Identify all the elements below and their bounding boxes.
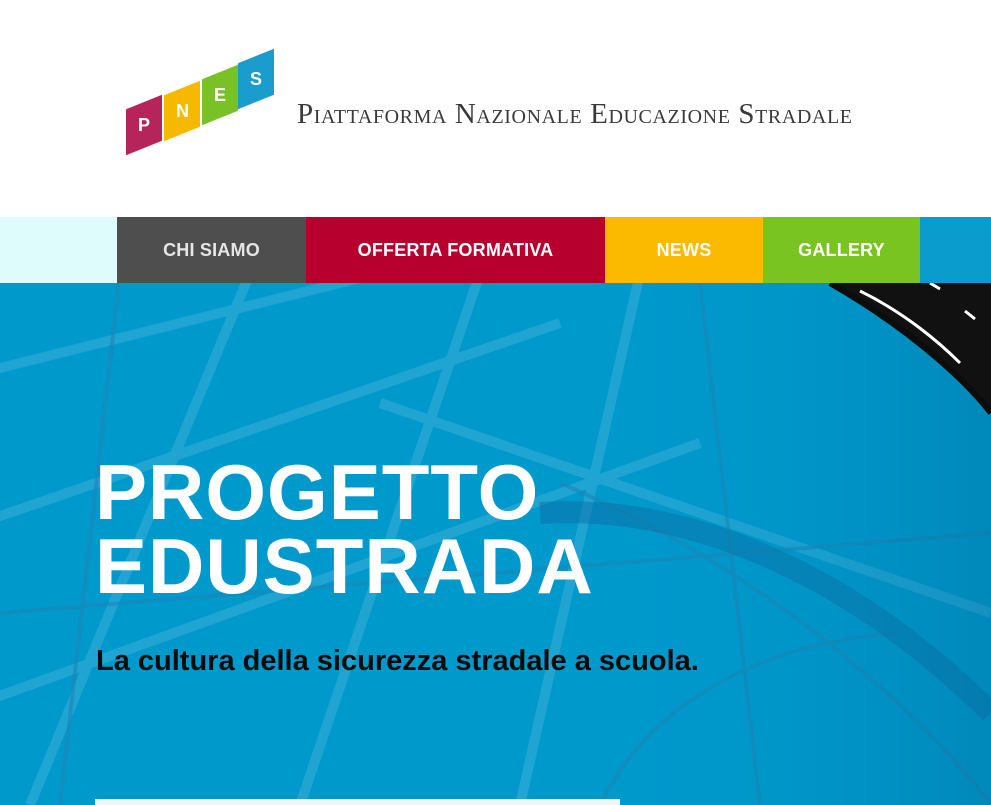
hero-banner: PROGETTO EDUSTRADA La cultura della sicu… (0, 283, 991, 805)
logo-tile-e: E (202, 64, 238, 126)
pnes-logo[interactable]: P N E S (118, 40, 278, 165)
logo-tile-p: P (126, 94, 162, 156)
logo-tile-s: S (238, 48, 274, 110)
nav-item-news[interactable]: NEWS (605, 217, 763, 283)
hero-title: PROGETTO EDUSTRADA (95, 448, 594, 610)
site-title[interactable]: Piattaforma Nazionale Educazione Stradal… (297, 98, 853, 131)
hero-subtitle: La cultura della sicurezza stradale a sc… (96, 645, 699, 677)
logo-tile-n: N (164, 80, 200, 142)
nav-left-spacer (0, 217, 117, 283)
main-nav: CHI SIAMO OFFERTA FORMATIVA NEWS GALLERY (0, 217, 991, 283)
nav-item-offerta-formativa[interactable]: OFFERTA FORMATIVA (306, 217, 605, 283)
nav-item-chi-siamo[interactable]: CHI SIAMO (117, 217, 306, 283)
hero-title-line-1: PROGETTO (95, 448, 540, 536)
nav-item-gallery[interactable]: GALLERY (763, 217, 920, 283)
site-header: P N E S Piattaforma Nazionale Educazione… (0, 0, 991, 217)
nav-right-spacer (920, 217, 991, 283)
hero-bottom-box (95, 799, 620, 805)
hero-title-line-2: EDUSTRADA (95, 522, 594, 610)
